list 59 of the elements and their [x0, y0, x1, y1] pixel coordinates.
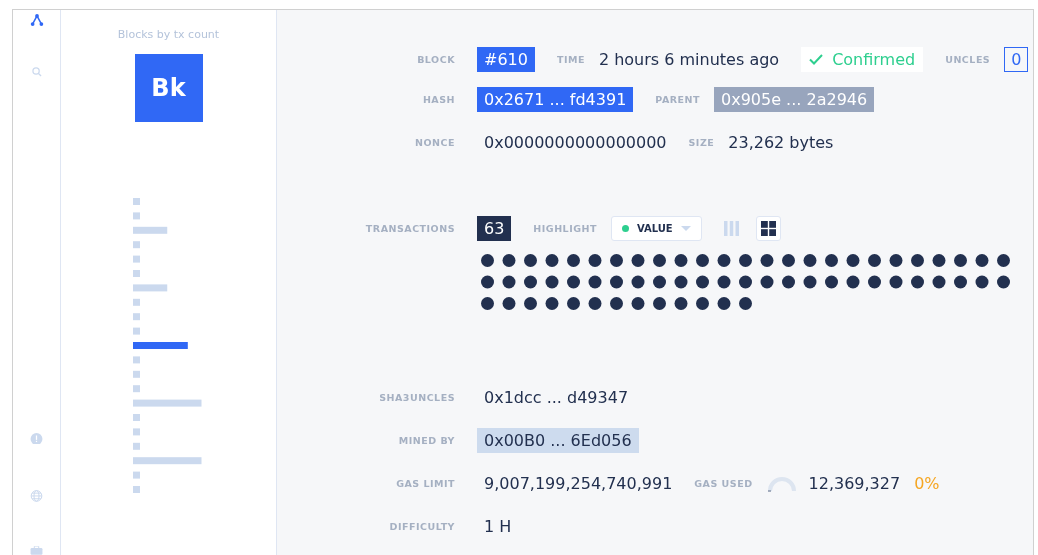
- chart-bar[interactable]: [133, 356, 140, 364]
- status-badge: Confirmed: [801, 47, 924, 72]
- nonce-value: 0x0000000000000000: [483, 133, 667, 152]
- field-label: GAS USED: [694, 478, 753, 489]
- bars-icon: [723, 221, 739, 236]
- chart-bar[interactable]: [133, 226, 168, 234]
- gas-gauge: [766, 474, 797, 493]
- transaction-count: 63: [477, 216, 512, 241]
- field-label: TIME: [556, 54, 585, 65]
- check-icon: [809, 54, 824, 65]
- field-label: NONCE: [414, 137, 455, 148]
- highlight-dropdown[interactable]: VALUE: [610, 216, 702, 241]
- field-label: MINED BY: [397, 435, 455, 446]
- field-label: PARENT: [655, 94, 700, 105]
- chart-bar[interactable]: [133, 442, 140, 450]
- chart-bar[interactable]: [133, 255, 140, 263]
- grid-view-button[interactable]: [755, 216, 781, 241]
- sha3uncles-value: 0x1dcc ... d49347: [483, 388, 629, 407]
- size-value: 23,262 bytes: [728, 133, 834, 152]
- time-value: 2 hours 6 minutes ago: [598, 50, 780, 69]
- field-label: GAS LIMIT: [395, 478, 455, 489]
- gas-used-value: 12,369,327: [808, 474, 901, 493]
- chart-bar[interactable]: [133, 327, 140, 335]
- chart-bar[interactable]: [133, 298, 140, 306]
- chart-bar[interactable]: [133, 399, 202, 407]
- field-label: HIGHLIGHT: [533, 223, 597, 234]
- grid-icon: [760, 221, 776, 236]
- chart-bar[interactable]: [133, 486, 140, 493]
- chart-bar[interactable]: [133, 212, 140, 220]
- field-label: HASH: [421, 94, 455, 105]
- miner-address[interactable]: 0x00B0 ... 6Ed056: [477, 428, 639, 453]
- chart-bar[interactable]: [133, 457, 202, 465]
- gas-used-percent: 0%: [914, 474, 940, 493]
- caret-icon: [680, 226, 691, 231]
- field-label: DIFFICULTY: [388, 521, 455, 532]
- field-label: SIZE: [688, 137, 715, 148]
- parent-hash[interactable]: 0x905e ... 2a2946: [714, 87, 875, 112]
- field-label: SHA3UNCLES: [378, 392, 455, 403]
- chart-bar[interactable]: [133, 198, 140, 205]
- block-number[interactable]: #610: [477, 47, 535, 72]
- field-label: BLOCK: [416, 54, 455, 65]
- chart-bar[interactable]: [133, 284, 168, 292]
- chart-bar[interactable]: [133, 370, 140, 378]
- field-label: UNCLES: [945, 54, 991, 65]
- chart-bar[interactable]: [133, 428, 140, 436]
- chart-title: Blocks by tx count: [117, 28, 220, 41]
- chart-bar[interactable]: [133, 471, 140, 479]
- hash-value[interactable]: 0x2671 ... fd4391: [477, 87, 634, 112]
- uncles-count[interactable]: 0: [1004, 47, 1029, 72]
- gas-limit-value: 9,007,199,254,740,991: [483, 474, 673, 493]
- chart-bar[interactable]: [133, 385, 140, 393]
- chart-bar[interactable]: [133, 270, 140, 277]
- field-label: TRANSACTIONS: [364, 223, 455, 234]
- difficulty-value: 1 H: [483, 517, 512, 536]
- chart-bar[interactable]: [133, 313, 140, 321]
- chart-bar[interactable]: [133, 241, 140, 249]
- chart-bar[interactable]: [133, 414, 140, 421]
- chart-bar[interactable]: [133, 342, 188, 349]
- block-badge: Bk: [134, 54, 203, 122]
